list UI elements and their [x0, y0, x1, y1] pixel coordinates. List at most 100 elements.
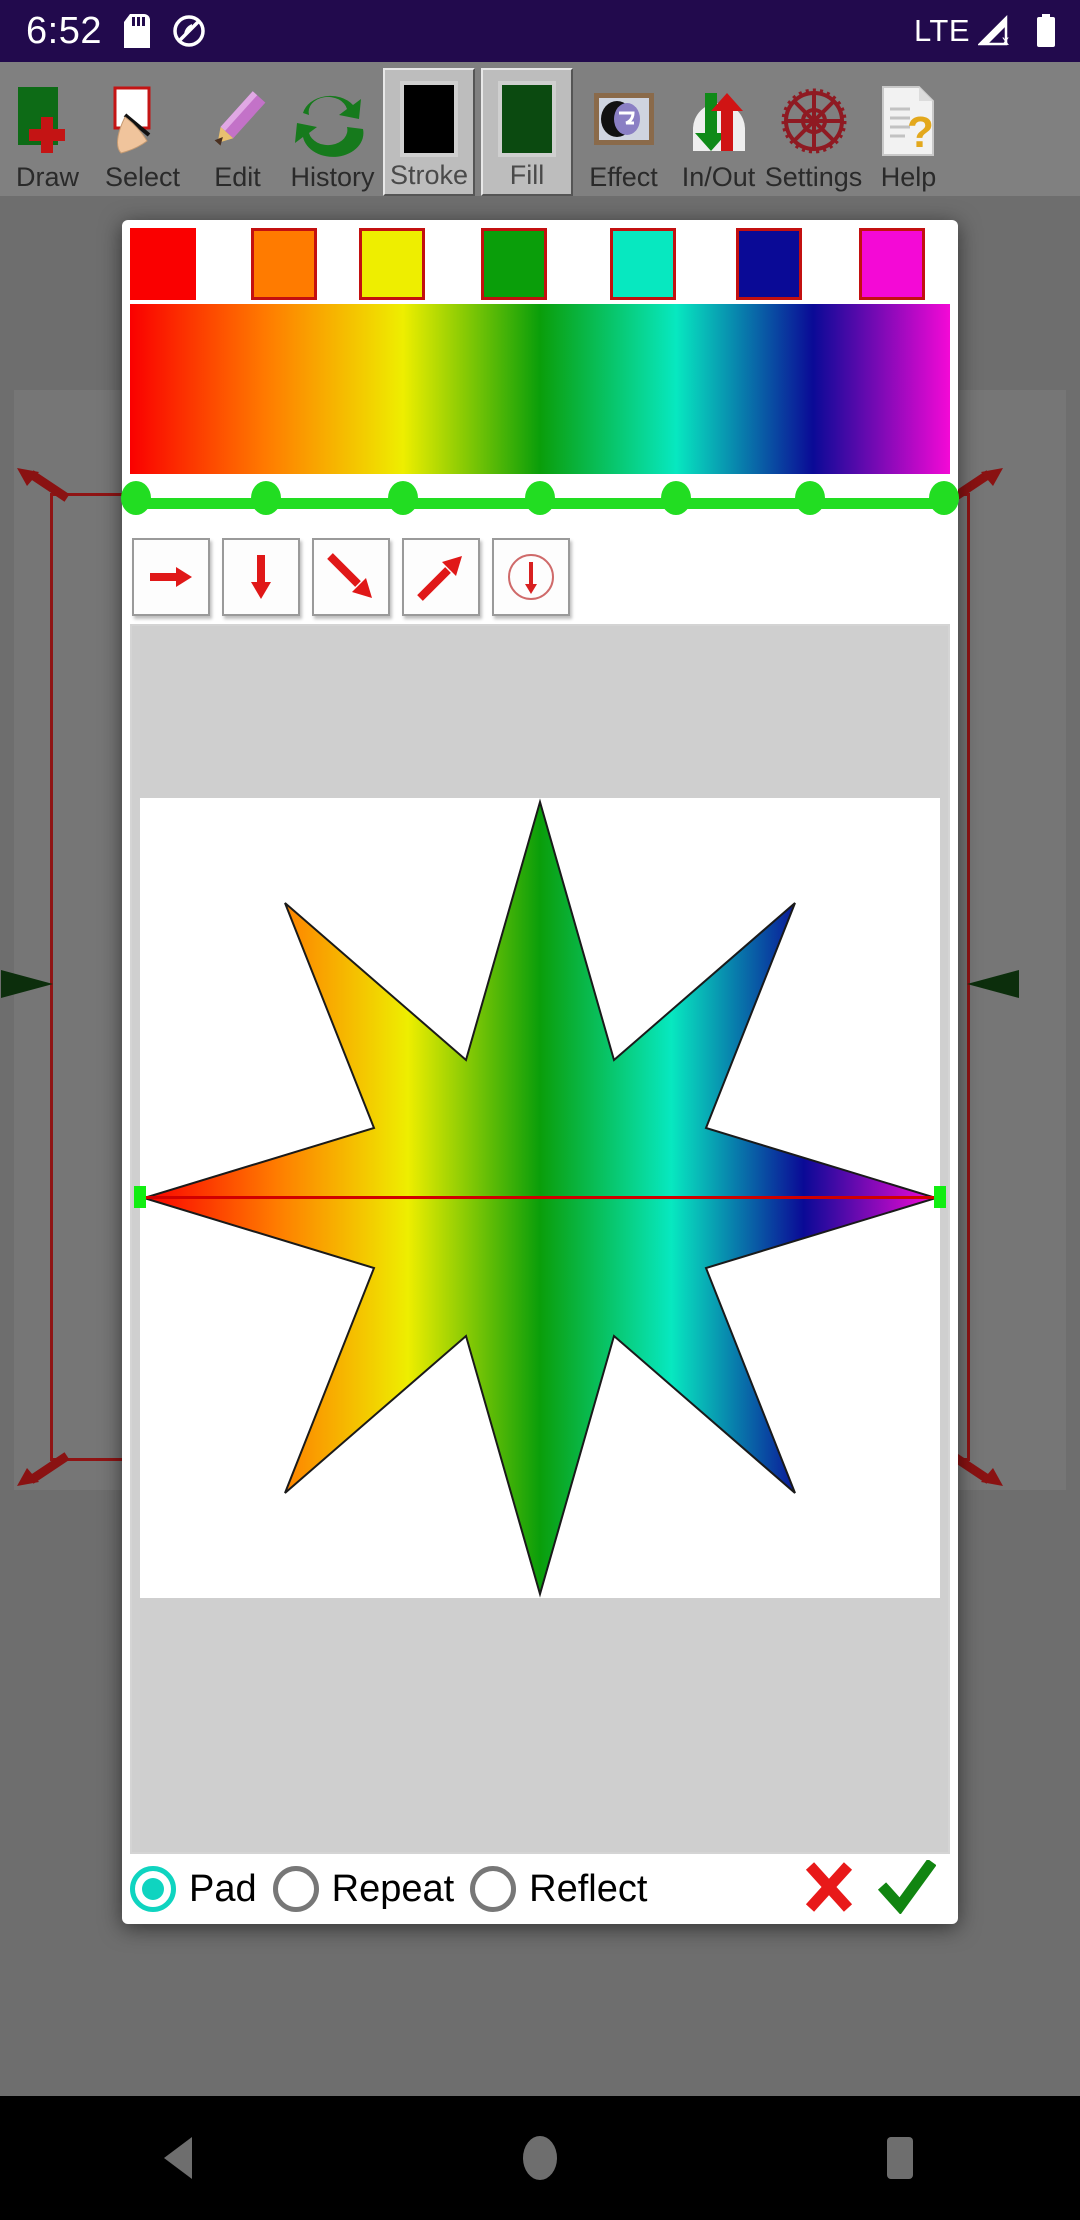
- signal-no-service-icon: x: [978, 14, 1014, 48]
- arrow-down-icon: [251, 555, 271, 599]
- arrow-right-icon: [150, 567, 192, 587]
- arrow-up-right-icon: [417, 556, 462, 601]
- status-bar: 6:52 LTE x: [0, 0, 1080, 62]
- gradient-end-handle[interactable]: [934, 1186, 946, 1208]
- sd-card-icon: [123, 14, 150, 48]
- toolbar-item-settings[interactable]: Settings: [764, 62, 863, 196]
- check-icon: [877, 1858, 937, 1915]
- undo-redo-icon: [289, 80, 377, 162]
- swatch-magenta[interactable]: [859, 228, 925, 300]
- radio-reflect[interactable]: [470, 1866, 517, 1912]
- gradient-direction-line[interactable]: [140, 1196, 940, 1199]
- radio-pad[interactable]: [130, 1866, 176, 1912]
- status-clock: 6:52: [26, 9, 102, 52]
- radio-repeat[interactable]: [272, 1866, 319, 1912]
- pencil-icon: [194, 80, 282, 162]
- toolbar-item-inout[interactable]: In/Out: [671, 62, 766, 196]
- gradient-spectrum-strip[interactable]: [130, 304, 950, 474]
- toolbar-label: Settings: [764, 162, 863, 192]
- resize-handle-bottom-left[interactable]: [13, 1448, 73, 1492]
- toolbar-item-draw[interactable]: Draw: [0, 62, 95, 196]
- toolbar-item-fill[interactable]: Fill: [481, 68, 573, 196]
- cancel-button[interactable]: [802, 1860, 856, 1919]
- radial-circle-icon: [508, 554, 554, 600]
- gradient-stop-handle[interactable]: [388, 481, 418, 515]
- toolbar-label: In/Out: [681, 162, 756, 192]
- rotate-handle-left[interactable]: [1, 962, 57, 1006]
- direction-horizontal[interactable]: [132, 538, 210, 616]
- square-icon: [887, 2137, 913, 2179]
- battery-full-icon: [1036, 14, 1056, 48]
- swatch-red[interactable]: [130, 228, 196, 300]
- spread-mode-repeat[interactable]: Repeat: [272, 1866, 455, 1912]
- toolbar-label: Edit: [214, 162, 261, 192]
- gradient-direction-row: [132, 538, 570, 616]
- silent-mode-icon: [172, 14, 206, 48]
- dialog-bottom-bar: Pad Repeat Reflect: [130, 1858, 950, 1919]
- spread-mode-label: Repeat: [331, 1867, 455, 1910]
- toolbar-item-edit[interactable]: Edit: [190, 62, 285, 196]
- nav-recents-button[interactable]: [840, 2096, 960, 2220]
- gear-icon: [770, 80, 858, 162]
- svg-text:?: ?: [907, 108, 934, 157]
- gradient-stop-handle[interactable]: [251, 481, 281, 515]
- effect-icon: [580, 80, 668, 162]
- gradient-stop-handle[interactable]: [121, 481, 151, 515]
- nav-home-button[interactable]: [480, 2096, 600, 2220]
- spread-mode-label: Reflect: [529, 1867, 648, 1910]
- swatch-orange[interactable]: [251, 228, 317, 300]
- hand-select-icon: [99, 80, 187, 162]
- gradient-stop-handle[interactable]: [795, 481, 825, 515]
- color-swatch-row: [130, 228, 950, 300]
- gradient-stop-handle[interactable]: [661, 481, 691, 515]
- main-toolbar: Draw Select Edit History Stroke Fill Eff…: [0, 62, 1080, 196]
- toolbar-label: Stroke: [389, 160, 469, 190]
- toolbar-label: History: [290, 162, 375, 192]
- nav-back-button[interactable]: [120, 2096, 240, 2220]
- new-document-icon: [4, 80, 92, 162]
- rotate-handle-right[interactable]: [963, 962, 1019, 1006]
- gradient-stop-slider[interactable]: [121, 481, 959, 524]
- toolbar-label: Fill: [509, 160, 545, 190]
- toolbar-label: Effect: [589, 162, 658, 192]
- toolbar-label: Help: [880, 162, 937, 192]
- swatch-green[interactable]: [481, 228, 547, 300]
- status-right-group: LTE x: [914, 13, 1056, 49]
- direction-radial[interactable]: [492, 538, 570, 616]
- svg-text:x: x: [1002, 32, 1009, 48]
- gradient-fill-dialog: Pad Repeat Reflect: [121, 220, 959, 1924]
- toolbar-item-help[interactable]: ? Help: [861, 62, 956, 196]
- toolbar-label: Select: [104, 162, 181, 192]
- dialog-actions: [802, 1858, 937, 1919]
- confirm-button[interactable]: [877, 1858, 937, 1919]
- stroke-swatch-icon: [385, 78, 473, 160]
- spread-mode-reflect[interactable]: Reflect: [470, 1866, 647, 1912]
- fill-swatch-icon: [483, 78, 571, 160]
- gradient-start-handle[interactable]: [134, 1186, 146, 1208]
- import-export-icon: [675, 80, 763, 162]
- direction-diagonal-down[interactable]: [312, 538, 390, 616]
- circle-icon: [523, 2136, 557, 2180]
- gradient-stop-handle[interactable]: [525, 481, 555, 515]
- direction-vertical[interactable]: [222, 538, 300, 616]
- direction-diagonal-up[interactable]: [402, 538, 480, 616]
- toolbar-label: Draw: [15, 162, 79, 192]
- network-type-label: LTE: [913, 13, 970, 48]
- swatch-navy[interactable]: [736, 228, 802, 300]
- spread-mode-label: Pad: [189, 1867, 257, 1910]
- toolbar-item-history[interactable]: History: [285, 62, 380, 196]
- swatch-yellow[interactable]: [359, 228, 425, 300]
- app-screen: 6:52 LTE x Draw Select Edit History Stro…: [0, 0, 1080, 2220]
- gradient-stop-handle[interactable]: [929, 481, 959, 515]
- x-icon: [805, 1861, 853, 1912]
- toolbar-item-stroke[interactable]: Stroke: [383, 68, 475, 196]
- toolbar-item-effect[interactable]: Effect: [576, 62, 671, 196]
- resize-handle-top-left[interactable]: [13, 462, 73, 506]
- spread-mode-pad[interactable]: Pad: [130, 1866, 257, 1912]
- arrow-down-right-icon: [327, 553, 372, 598]
- help-document-icon: ?: [865, 80, 953, 162]
- gradient-preview-panel: [130, 624, 950, 1854]
- toolbar-item-select[interactable]: Select: [95, 62, 190, 196]
- swatch-cyan[interactable]: [610, 228, 676, 300]
- triangle-left-icon: [164, 2137, 192, 2179]
